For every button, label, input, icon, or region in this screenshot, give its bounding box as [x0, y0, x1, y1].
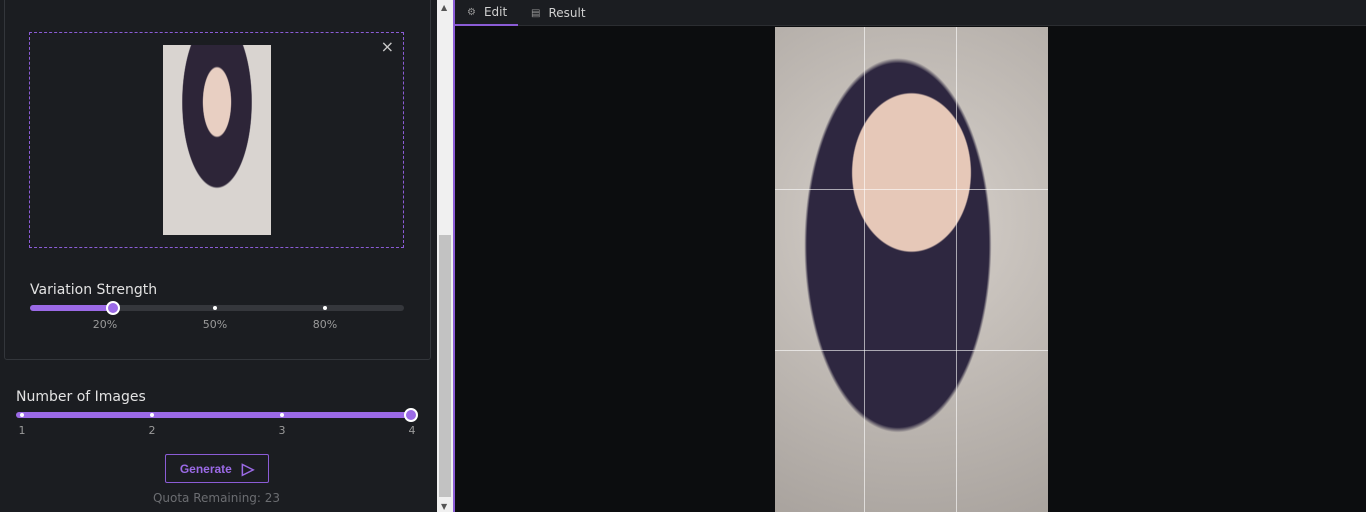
variation-strength-slider[interactable] [30, 301, 404, 315]
generate-label: Generate [179, 461, 232, 476]
tick-label: 80% [312, 318, 338, 331]
tab-bar: ⚙ Edit ▤ Result [455, 0, 1366, 26]
tick-label: 2 [148, 424, 156, 437]
tick-label: 1 [18, 424, 26, 437]
scrollbar-thumb[interactable] [439, 235, 451, 497]
variation-strength-label: Variation Strength [30, 282, 158, 298]
number-of-images-slider[interactable] [16, 408, 418, 422]
image-dropzone[interactable]: × [29, 32, 404, 248]
generate-button[interactable]: Generate ▷ [165, 454, 269, 483]
slider-handle[interactable] [404, 408, 418, 422]
quota-remaining: Quota Remaining: 23 [152, 491, 281, 505]
tab-edit[interactable]: ⚙ Edit [455, 0, 518, 26]
tick-label: 4 [408, 424, 416, 437]
tab-label: Result [548, 6, 586, 20]
scroll-down-icon[interactable]: ▼ [441, 502, 447, 511]
tick-label: 3 [278, 424, 286, 437]
divider [453, 0, 455, 512]
slider-handle[interactable] [106, 301, 120, 315]
scroll-up-icon[interactable]: ▲ [441, 3, 447, 12]
tab-label: Edit [483, 5, 508, 19]
tick-label: 20% [92, 318, 118, 331]
gear-icon: ⚙ [467, 6, 476, 18]
settings-panel: × Variation Strength 20% 50% 80% Number … [0, 0, 437, 512]
uploaded-image-thumbnail [163, 45, 271, 235]
number-of-images-label: Number of Images [16, 389, 146, 405]
close-icon[interactable]: × [381, 37, 394, 56]
play-icon: ▷ [241, 460, 255, 478]
tick-label: 50% [202, 318, 228, 331]
scrollbar[interactable]: ▲ ▼ [437, 0, 453, 512]
image-icon: ▤ [531, 7, 541, 19]
tab-result[interactable]: ▤ Result [531, 0, 586, 26]
edit-canvas-image[interactable] [775, 27, 1048, 512]
